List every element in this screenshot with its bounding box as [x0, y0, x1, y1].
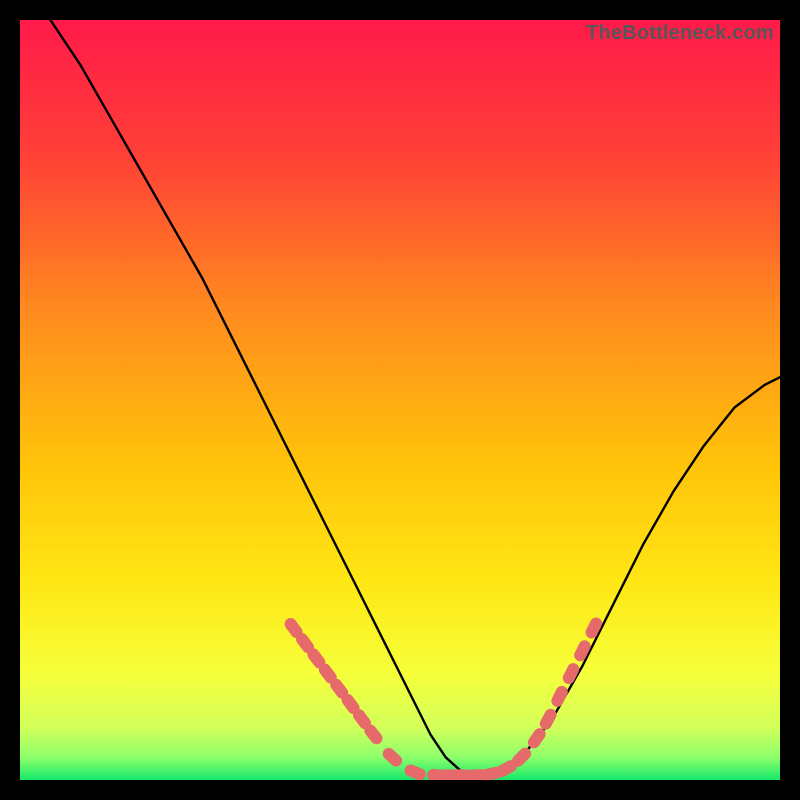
- chart-frame: TheBottleneck.com: [20, 20, 780, 780]
- watermark-text: TheBottleneck.com: [586, 22, 774, 45]
- gradient-background: [20, 20, 780, 780]
- chart-svg: [20, 20, 780, 780]
